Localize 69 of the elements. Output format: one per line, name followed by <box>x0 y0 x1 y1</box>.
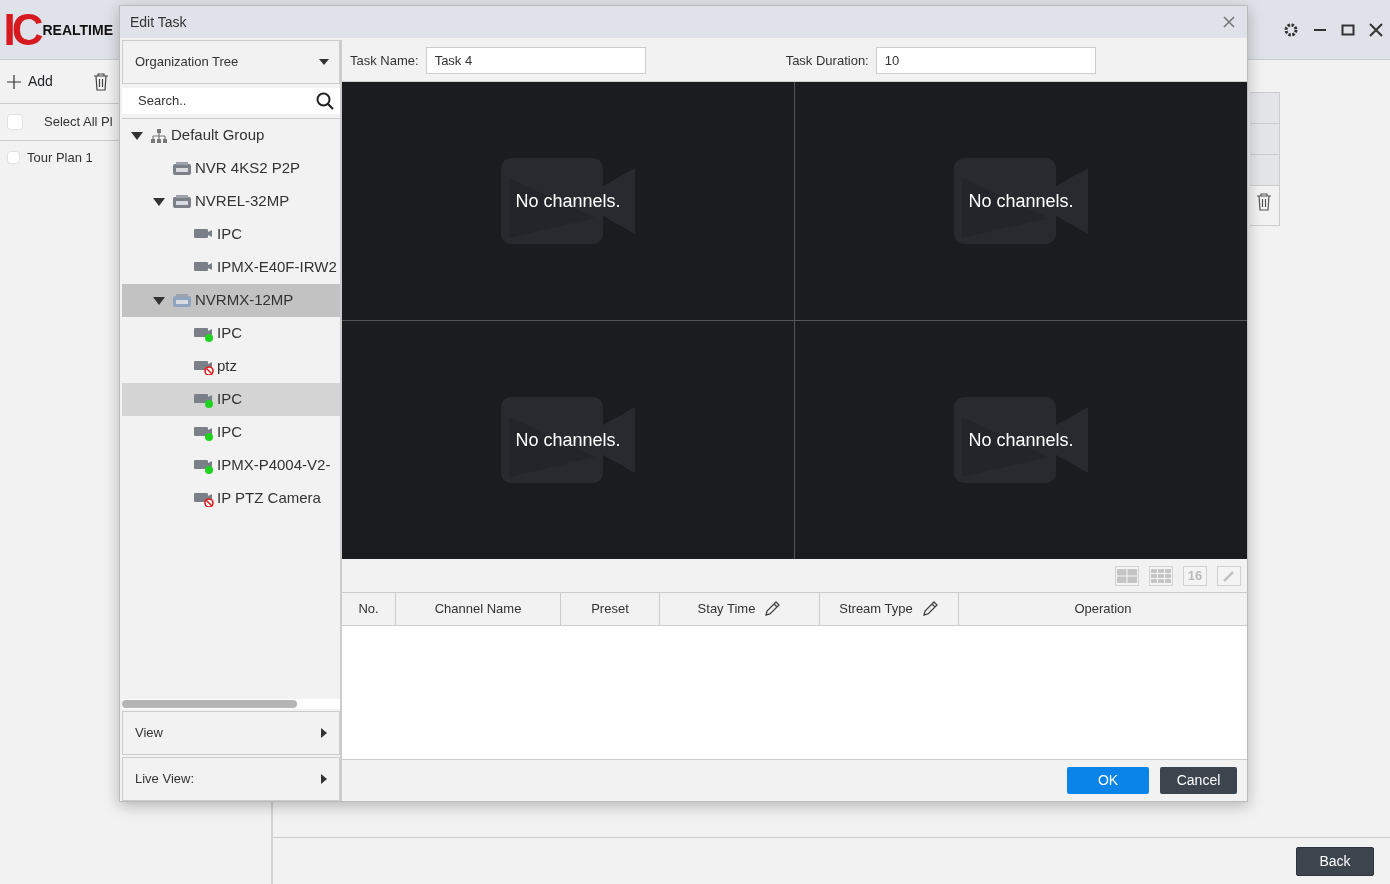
cancel-button[interactable]: Cancel <box>1160 767 1237 794</box>
tree-item[interactable]: NVR 4KS2 P2P <box>122 152 340 185</box>
tree-item[interactable]: IPC <box>122 218 340 251</box>
expanded-caret-icon[interactable] <box>153 197 165 206</box>
tree-item[interactable]: NVREL-32MP <box>122 185 340 218</box>
video-cell[interactable]: No channels. <box>342 82 794 320</box>
plan-name[interactable]: Tour Plan 1 <box>27 148 93 168</box>
source-dropdown[interactable]: Organization Tree <box>122 40 340 84</box>
pencil-icon[interactable] <box>920 600 939 618</box>
search-field[interactable]: Search.. <box>122 88 340 114</box>
checkbox[interactable] <box>7 151 20 165</box>
search-input[interactable]: Search.. <box>136 90 316 112</box>
trash-icon[interactable] <box>92 72 109 91</box>
tree-item[interactable]: IPC <box>122 383 340 416</box>
settings-icon <box>1283 21 1299 38</box>
task-name-field[interactable]: Task 4 <box>425 47 646 74</box>
empty-message: No channels. <box>515 189 621 213</box>
menu-item[interactable]: View <box>122 711 340 755</box>
logo-mark: IC <box>3 7 40 52</box>
grid-icon <box>1117 568 1137 583</box>
column-header: Channel Name <box>396 593 561 625</box>
maximize-icon[interactable] <box>1341 22 1355 37</box>
field-label: Task Name: <box>350 51 419 70</box>
add-button[interactable]: Add <box>7 71 53 92</box>
column-header: No. <box>342 593 396 625</box>
tree-item[interactable]: IPC <box>122 416 340 449</box>
column-header: Preset <box>561 593 660 625</box>
logo-text: REALTIME <box>42 20 113 40</box>
recorder-icon <box>172 161 192 176</box>
menu-item[interactable]: Live View: <box>122 757 340 801</box>
back-button[interactable]: Back <box>1296 846 1374 876</box>
empty-message: No channels. <box>515 428 621 452</box>
empty-message: No channels. <box>968 189 1074 213</box>
ok-button[interactable]: OK <box>1067 767 1149 794</box>
empty-message: No channels. <box>968 428 1074 452</box>
scrollbar-thumb[interactable] <box>122 700 297 708</box>
video-cell[interactable]: No channels. <box>342 321 794 559</box>
tree-item[interactable]: ptz <box>122 350 340 383</box>
column-header: Operation <box>1073 600 1133 619</box>
recorder-icon <box>172 194 192 209</box>
pencil-icon <box>1222 568 1236 583</box>
video-cell[interactable]: No channels. <box>795 82 1247 320</box>
checkbox-label: Select All Pl <box>44 113 113 132</box>
video-cell[interactable]: No channels. <box>795 321 1247 559</box>
submenu-arrow-icon <box>321 728 327 738</box>
grid-icon <box>1151 568 1171 583</box>
tree-item[interactable]: IPC <box>122 317 340 350</box>
trash-icon[interactable] <box>1256 193 1272 211</box>
expanded-caret-icon[interactable] <box>153 296 165 305</box>
pencil-icon[interactable] <box>763 600 782 618</box>
expanded-caret-icon[interactable] <box>131 131 143 140</box>
close-icon[interactable] <box>1369 22 1383 37</box>
tree-item[interactable]: Default Group <box>122 119 340 152</box>
submenu-arrow-icon <box>321 774 327 784</box>
recorder-icon <box>172 293 192 308</box>
field-label: Task Duration: <box>785 51 869 70</box>
checkbox[interactable] <box>7 114 23 130</box>
tree-item[interactable]: NVRMX-12MP <box>122 284 340 317</box>
search-icon <box>316 92 334 110</box>
tree-item[interactable]: IP PTZ Camera <box>122 482 340 515</box>
dropdown-value: Organization Tree <box>135 53 239 72</box>
tree-item[interactable]: IPMX-E40F-IRW2 <box>122 251 340 284</box>
dialog-title: Edit Task <box>130 12 187 32</box>
column-header: Stay Time <box>660 593 820 625</box>
tree-item[interactable]: IPMX-P4004-V2- <box>122 449 340 482</box>
hierarchy-icon <box>150 128 168 143</box>
column-header: Stream Type <box>820 593 959 625</box>
plus-icon <box>7 74 21 89</box>
task-duration-field[interactable]: 10 <box>875 47 1096 74</box>
